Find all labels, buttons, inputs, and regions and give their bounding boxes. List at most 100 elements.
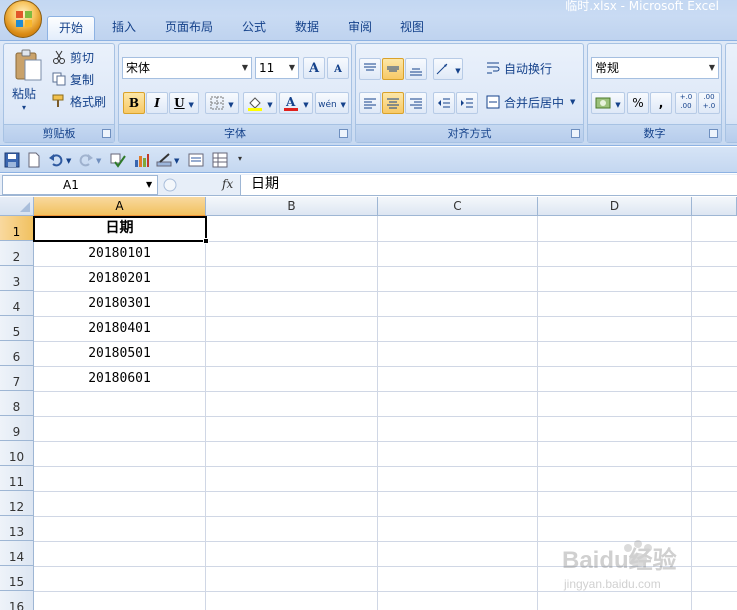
number-format-select[interactable]: 常规 ▼ xyxy=(591,57,719,79)
orientation-button[interactable]: ▼ xyxy=(433,58,463,80)
wrap-text-button[interactable]: 自动换行 xyxy=(486,58,558,78)
cell-a6[interactable]: 20180501 xyxy=(34,341,205,366)
customize-toolbar-icon[interactable]: ▾ xyxy=(238,151,242,167)
draw-icon[interactable] xyxy=(156,152,172,168)
row-header-1[interactable]: 1 xyxy=(0,216,34,241)
tab-review[interactable]: 审阅 xyxy=(338,16,382,40)
increase-indent-button[interactable] xyxy=(456,92,478,114)
underline-button[interactable]: U ▼ xyxy=(169,92,199,114)
clipboard-dialog-launcher-icon[interactable] xyxy=(102,129,111,138)
align-left-button[interactable] xyxy=(359,92,381,114)
chevron-down-icon: ▼ xyxy=(303,101,309,109)
expand-formula-icon[interactable] xyxy=(162,177,178,193)
row-header-3[interactable]: 3 xyxy=(0,266,34,291)
row-header-13[interactable]: 13 xyxy=(0,516,34,541)
tab-home[interactable]: 开始 xyxy=(47,16,95,40)
row-header-6[interactable]: 6 xyxy=(0,341,34,366)
percent-style-button[interactable]: % xyxy=(627,92,649,114)
row-header-4[interactable]: 4 xyxy=(0,291,34,316)
borders-button[interactable]: ▼ xyxy=(205,92,239,114)
font-name-select[interactable]: 宋体 ▼ xyxy=(122,57,252,79)
decrease-decimal-button[interactable]: .00 +.0 xyxy=(698,92,720,114)
number-dialog-launcher-icon[interactable] xyxy=(709,129,718,138)
cell-a4[interactable]: 20180301 xyxy=(34,291,205,316)
column-header-a[interactable]: A xyxy=(34,197,206,216)
align-center-button[interactable] xyxy=(382,92,404,114)
alignment-dialog-launcher-icon[interactable] xyxy=(571,129,580,138)
accounting-format-button[interactable]: ▼ xyxy=(591,92,625,114)
align-right-button[interactable] xyxy=(405,92,427,114)
cell-a5[interactable]: 20180401 xyxy=(34,316,205,341)
tab-view[interactable]: 视图 xyxy=(390,16,434,40)
align-middle-icon xyxy=(387,66,399,72)
chevron-down-icon[interactable]: ▼ xyxy=(146,180,152,189)
align-middle-button[interactable] xyxy=(382,58,404,80)
row-header-5[interactable]: 5 xyxy=(0,316,34,341)
tab-page-layout[interactable]: 页面布局 xyxy=(156,16,222,40)
decrease-indent-button[interactable] xyxy=(433,92,455,114)
row-header-11[interactable]: 11 xyxy=(0,466,34,491)
new-document-icon[interactable] xyxy=(26,152,42,168)
formula-input[interactable]: 日期 xyxy=(240,175,737,195)
row-header-16[interactable]: 16 xyxy=(0,591,34,610)
insert-function-button[interactable]: fx xyxy=(222,177,233,191)
paste-dropdown-icon[interactable]: ▾ xyxy=(22,100,26,116)
cut-button[interactable]: 剪切 xyxy=(52,49,112,67)
fill-handle[interactable] xyxy=(203,238,209,244)
merge-center-button[interactable]: 合并后居中 ▼ xyxy=(486,92,580,112)
align-top-button[interactable] xyxy=(359,58,381,80)
tab-data[interactable]: 数据 xyxy=(285,16,329,40)
row-header-7[interactable]: 7 xyxy=(0,366,34,391)
cell-a2[interactable]: 20180101 xyxy=(34,241,205,266)
align-bottom-button[interactable] xyxy=(405,58,427,80)
row-header-14[interactable]: 14 xyxy=(0,541,34,566)
cell-a3[interactable]: 20180201 xyxy=(34,266,205,291)
shrink-font-button[interactable]: A xyxy=(327,57,349,79)
phonetic-button[interactable]: wén ▼ xyxy=(315,92,349,114)
table-icon[interactable] xyxy=(212,152,228,168)
undo-dropdown-icon[interactable]: ▼ xyxy=(66,153,71,169)
copy-button[interactable]: 复制 xyxy=(52,71,112,89)
undo-icon[interactable] xyxy=(48,152,64,168)
office-button[interactable] xyxy=(4,0,42,38)
row-header-12[interactable]: 12 xyxy=(0,491,34,516)
grow-font-button[interactable]: A xyxy=(303,57,325,79)
row-header-15[interactable]: 15 xyxy=(0,566,34,591)
font-name-value: 宋体 xyxy=(126,61,151,75)
column-header-b[interactable]: B xyxy=(206,197,378,216)
form-icon[interactable] xyxy=(188,152,204,168)
column-header-d[interactable]: D xyxy=(538,197,692,216)
active-cell-border xyxy=(33,216,207,242)
row-header-9[interactable]: 9 xyxy=(0,416,34,441)
draw-dropdown-icon[interactable]: ▼ xyxy=(174,153,179,169)
paste-button[interactable]: 粘贴 ▾ xyxy=(10,48,46,118)
name-box[interactable]: A1 xyxy=(2,175,158,195)
row-header-8[interactable]: 8 xyxy=(0,391,34,416)
increase-decimal-button[interactable]: +.0 .00 xyxy=(675,92,697,114)
redo-dropdown-icon[interactable]: ▼ xyxy=(96,153,101,169)
font-size-select[interactable]: 11 ▼ xyxy=(255,57,299,79)
save-icon[interactable] xyxy=(4,152,20,168)
fill-color-button[interactable]: ▼ xyxy=(243,92,277,114)
redo-icon[interactable] xyxy=(78,152,94,168)
shrink-font-icon: A xyxy=(334,64,342,75)
cell-a7[interactable]: 20180601 xyxy=(34,366,205,391)
font-color-button[interactable]: A ▼ xyxy=(279,92,313,114)
italic-button[interactable]: I xyxy=(146,92,168,114)
font-dialog-launcher-icon[interactable] xyxy=(339,129,348,138)
column-header-c[interactable]: C xyxy=(378,197,538,216)
tab-formulas[interactable]: 公式 xyxy=(232,16,276,40)
comma-style-button[interactable]: , xyxy=(650,92,672,114)
format-painter-button[interactable]: 格式刷 xyxy=(52,93,114,111)
copy-label: 复制 xyxy=(70,73,95,87)
chart-icon[interactable] xyxy=(134,152,150,168)
bold-button[interactable]: B xyxy=(123,92,145,114)
spell-check-icon[interactable] xyxy=(110,152,126,168)
column-header-e[interactable] xyxy=(692,197,737,216)
row-header-2[interactable]: 2 xyxy=(0,241,34,266)
formula-bar: A1 ▼ fx 日期 xyxy=(0,174,737,196)
title-bar: 临时.xlsx - Microsoft Excel 开始 插入 页面布局 公式 … xyxy=(0,0,737,40)
tab-insert[interactable]: 插入 xyxy=(100,16,148,40)
row-header-10[interactable]: 10 xyxy=(0,441,34,466)
select-all-button[interactable] xyxy=(0,197,34,216)
